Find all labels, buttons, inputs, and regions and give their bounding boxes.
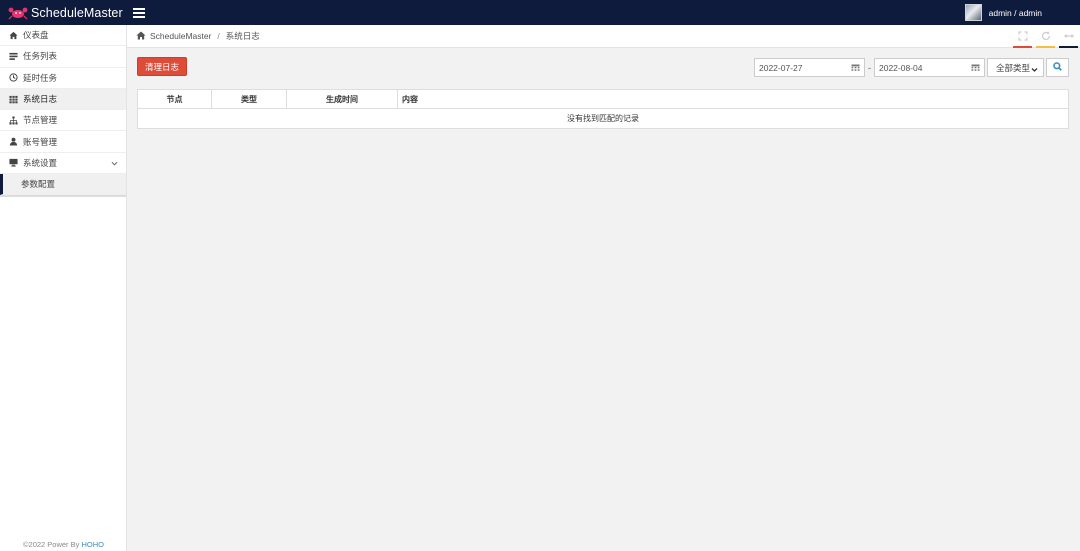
- sidebar-item-label: 延时任务: [23, 72, 58, 83]
- clean-log-button[interactable]: 清理日志: [137, 57, 188, 76]
- chevron-down-icon: [1031, 65, 1038, 72]
- user-icon: [8, 137, 18, 147]
- sidebar-item-task-list[interactable]: 任务列表: [0, 46, 126, 68]
- breadcrumb: ScheduleMaster / 系统日志: [127, 25, 1080, 48]
- sidebar-divider: [0, 195, 126, 198]
- column-header-node[interactable]: 节点: [138, 90, 212, 108]
- sidebar-item-system-log[interactable]: 系统日志: [0, 88, 126, 111]
- user-menu[interactable]: admin / admin: [964, 4, 1042, 21]
- copyright: ©2022 Power By HOHO: [0, 540, 127, 549]
- date-range-separator: -: [868, 62, 871, 73]
- sidebar-item-label: 任务列表: [23, 51, 58, 62]
- brand[interactable]: ScheduleMaster: [0, 0, 126, 25]
- log-type-selected: 全部类型: [996, 62, 1031, 73]
- start-date-input[interactable]: 2022-07-27: [754, 58, 865, 77]
- sidebar-item-label: 系统设置: [23, 157, 58, 168]
- column-header-content[interactable]: 内容: [398, 90, 1068, 108]
- search-button[interactable]: [1046, 58, 1069, 77]
- end-date-input[interactable]: 2022-08-04: [874, 58, 985, 77]
- sidebar-item-label: 账号管理: [23, 136, 58, 147]
- calendar-icon[interactable]: [851, 63, 860, 72]
- arrows-horizontal-icon: [1063, 31, 1074, 43]
- sidebar-item-account-management[interactable]: 账号管理: [0, 131, 126, 153]
- page-tools: [1011, 25, 1080, 48]
- table-empty-message: 没有找到匹配的记录: [567, 114, 639, 123]
- app-name: ScheduleMaster: [31, 5, 123, 20]
- search-icon: [1053, 62, 1062, 73]
- sidebar-item-label: 仪表盘: [23, 30, 49, 41]
- breadcrumb-current: 系统日志: [225, 31, 260, 41]
- fullscreen-button[interactable]: [1011, 25, 1034, 48]
- home-icon[interactable]: [136, 31, 146, 42]
- main-content: 清理日志 2022-07-27 - 2022-08-04 全部类型 节点 类型 …: [127, 48, 1080, 551]
- list-icon: [8, 51, 18, 61]
- monitor-icon: [8, 158, 18, 168]
- breadcrumb-separator: /: [217, 31, 220, 41]
- copyright-text: ©2022 Power By: [23, 540, 82, 549]
- column-header-time[interactable]: 生成时间: [287, 90, 398, 108]
- crab-logo-icon: [8, 6, 28, 20]
- end-date-value: 2022-08-04: [879, 62, 923, 73]
- resize-button[interactable]: [1057, 25, 1080, 48]
- expand-icon: [1017, 30, 1028, 43]
- log-type-select[interactable]: 全部类型: [987, 58, 1044, 77]
- sidebar-item-label: 节点管理: [23, 115, 58, 126]
- calendar-icon[interactable]: [971, 63, 980, 72]
- refresh-button[interactable]: [1034, 25, 1057, 48]
- sidebar-item-label: 系统日志: [23, 94, 58, 105]
- log-table: 节点 类型 生成时间 内容 没有找到匹配的记录: [137, 89, 1069, 129]
- breadcrumb-root[interactable]: ScheduleMaster: [150, 31, 211, 41]
- user-name: admin / admin: [988, 7, 1042, 18]
- sidebar-item-param-config[interactable]: 参数配置: [0, 174, 126, 196]
- sidebar-item-dashboard[interactable]: 仪表盘: [0, 25, 126, 47]
- column-header-type[interactable]: 类型: [212, 90, 287, 108]
- filter-bar: 2022-07-27 - 2022-08-04 全部类型: [754, 58, 1069, 77]
- start-date-value: 2022-07-27: [759, 62, 803, 73]
- chevron-down-icon: [111, 159, 119, 167]
- home-icon: [8, 30, 18, 40]
- refresh-icon: [1041, 31, 1051, 43]
- copyright-link[interactable]: HOHO: [81, 540, 104, 549]
- grid-icon: [8, 94, 18, 104]
- menu-toggle-icon[interactable]: [133, 7, 145, 18]
- sidebar-item-node-management[interactable]: 节点管理: [0, 110, 126, 132]
- sub-item-icon: [11, 182, 15, 186]
- sidebar-item-label: 参数配置: [21, 179, 56, 190]
- sidebar: 仪表盘 任务列表 延时任务 系统日志 节点管理 账号管理 系统设置 参数配置 ©…: [0, 25, 127, 551]
- top-navbar: ScheduleMaster admin / admin: [0, 0, 1080, 25]
- sidebar-item-system-settings[interactable]: 系统设置: [0, 152, 126, 175]
- clock-icon: [8, 73, 18, 83]
- sidebar-item-delay-task[interactable]: 延时任务: [0, 67, 126, 89]
- table-header: 节点 类型 生成时间 内容: [138, 90, 1068, 109]
- avatar: [964, 4, 982, 21]
- sitemap-icon: [8, 115, 18, 125]
